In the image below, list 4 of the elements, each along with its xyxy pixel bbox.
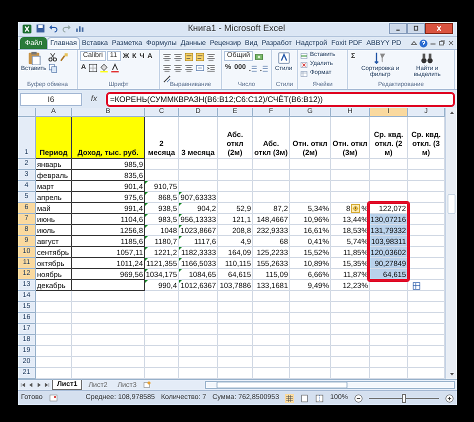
name-box[interactable]: I6: [20, 92, 82, 106]
formula-field[interactable]: =КОРЕНЬ(СУММКВРАЗН(B6:B12;C6:C12)/СЧЁТ(B6:B12)): [106, 92, 455, 107]
function-button[interactable]: fx: [85, 93, 103, 106]
window-title: Книга1 - Microsoft Excel: [186, 22, 286, 35]
